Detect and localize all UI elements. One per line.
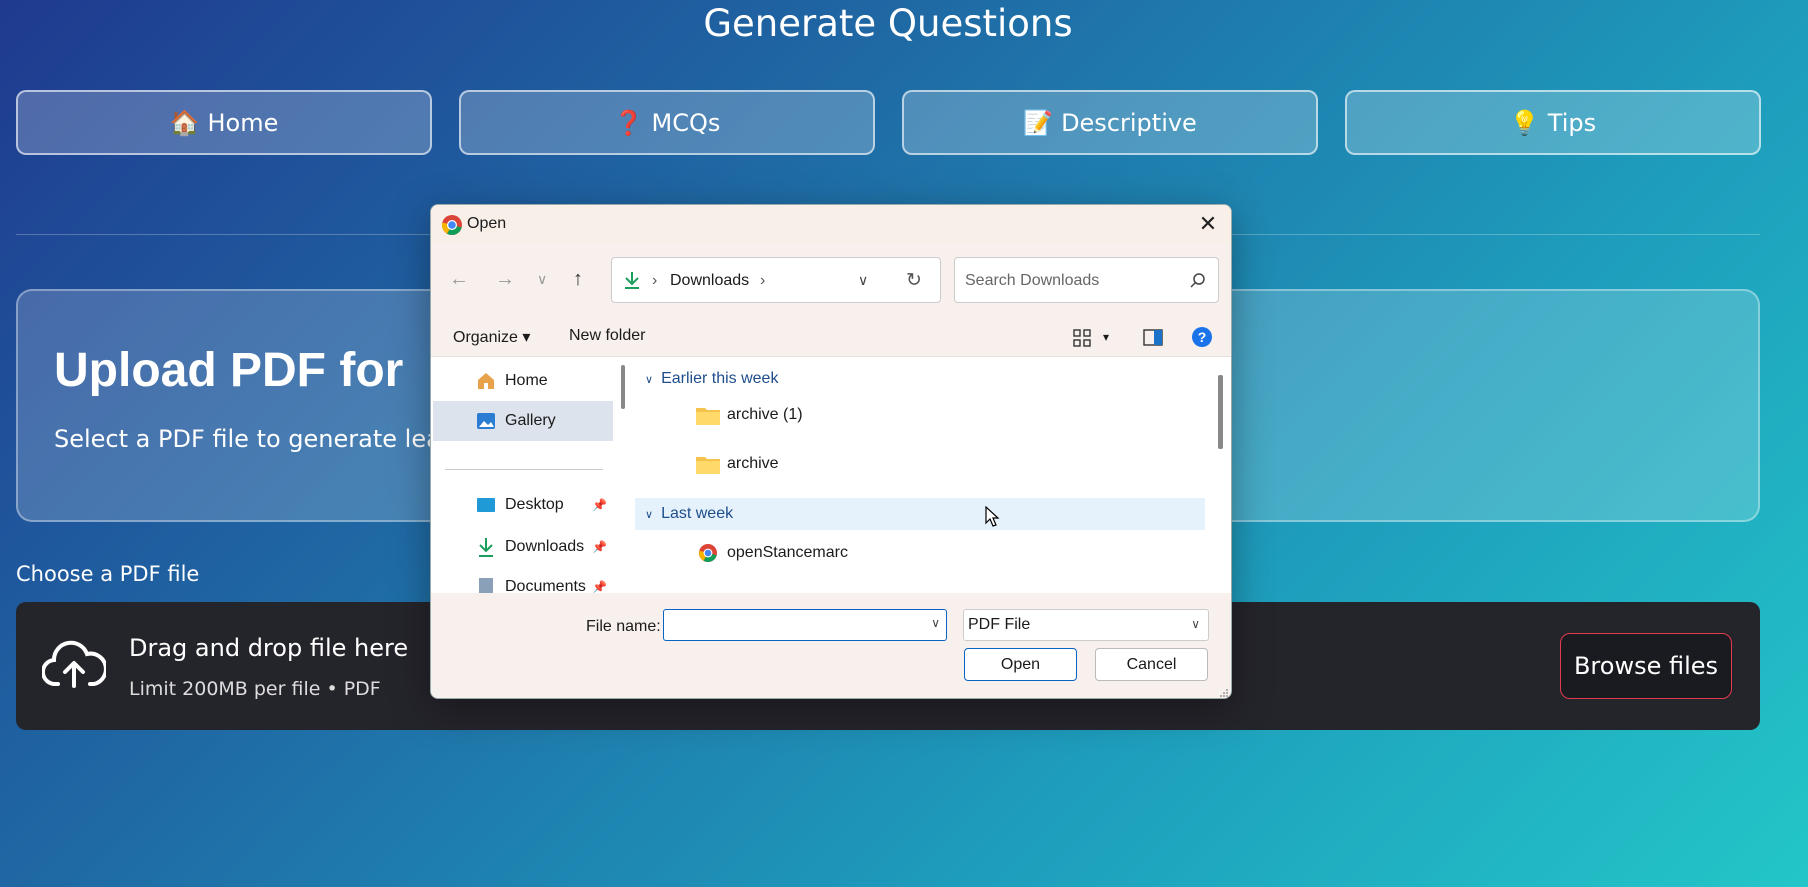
breadcrumb-downloads[interactable]: Downloads	[670, 272, 749, 290]
nav-item-downloads[interactable]: Downloads 📌	[433, 527, 613, 567]
file-type-select[interactable]: PDF File ∨	[963, 609, 1209, 641]
dialog-title: Open	[467, 215, 507, 232]
help-icon[interactable]: ?	[1191, 326, 1213, 348]
descriptive-tab-button[interactable]: 📝 Descriptive	[902, 90, 1318, 155]
group-label: Last week	[661, 505, 734, 522]
recent-locations-chevron-icon[interactable]: ∨	[537, 271, 547, 288]
chrome-icon	[441, 215, 462, 236]
dialog-toolbar: ← → ∨ ↑ › Downloads › ∨ ↻ Search Downloa…	[431, 243, 1231, 317]
file-name: archive (1)	[727, 406, 803, 423]
command-bar: Organize ▾ New folder ▾ ?	[431, 317, 1231, 357]
search-placeholder: Search Downloads	[965, 272, 1100, 289]
pin-icon[interactable]: 📌	[592, 580, 607, 594]
nav-item-label: Desktop	[505, 496, 564, 513]
nav-item-label: Home	[505, 372, 548, 389]
nav-item-gallery[interactable]: Gallery	[433, 401, 613, 441]
home-icon	[478, 373, 494, 389]
view-grid-icon[interactable]	[1073, 329, 1091, 347]
folder-icon	[696, 408, 720, 425]
memo-icon: 📝	[1023, 108, 1054, 137]
close-icon[interactable]: ✕	[1193, 209, 1223, 239]
file-uploader-label: Choose a PDF file	[16, 562, 200, 586]
cancel-button[interactable]: Cancel	[1095, 648, 1208, 681]
nav-item-label: Downloads	[505, 538, 585, 555]
dialog-footer: File name: ∨ PDF File ∨ Open Cancel	[431, 593, 1231, 698]
mcqs-tab-button[interactable]: ❓ MCQs	[459, 90, 875, 155]
navigation-pane: Home Gallery Desktop 📌 Downloads 📌 Docum…	[431, 357, 615, 596]
download-icon	[479, 538, 493, 557]
nav-item-desktop[interactable]: Desktop 📌	[433, 485, 613, 525]
breadcrumb-chevron-icon[interactable]: ›	[760, 272, 765, 290]
group-header-last-week[interactable]: ∨ Last week	[635, 498, 1205, 530]
pin-icon[interactable]: 📌	[592, 498, 607, 512]
search-icon	[1190, 273, 1205, 288]
organize-menu[interactable]: Organize ▾	[453, 327, 530, 347]
chevron-down-icon[interactable]: ∨	[931, 616, 940, 630]
refresh-icon[interactable]: ↻	[906, 269, 922, 292]
file-list: ∨ Earlier this week archive (1) archive …	[635, 357, 1215, 593]
page-title: Generate Questions	[703, 2, 1073, 45]
cloud-upload-icon	[42, 640, 106, 688]
file-name-input[interactable]: ∨	[663, 609, 947, 641]
preview-pane-icon[interactable]	[1143, 329, 1163, 346]
svg-text:?: ?	[1198, 329, 1207, 345]
question-icon: ❓	[613, 108, 644, 137]
dropzone-instructions: Drag and drop file here	[129, 634, 409, 662]
nav-divider	[445, 469, 603, 470]
tips-tab-label: Tips	[1547, 108, 1597, 137]
file-name: archive	[727, 455, 779, 472]
organize-label: Organize	[453, 329, 518, 346]
nav-pane-scrollbar[interactable]	[621, 365, 625, 409]
view-dropdown-icon[interactable]: ▾	[1103, 330, 1109, 344]
home-tab-button[interactable]: 🏠 Home	[16, 90, 432, 155]
list-item[interactable]: openStancemarc	[695, 533, 848, 573]
desktop-icon	[477, 498, 495, 512]
mcqs-tab-label: MCQs	[651, 108, 721, 137]
tips-tab-button[interactable]: 💡 Tips	[1345, 90, 1761, 155]
chrome-file-icon	[698, 544, 717, 563]
collapse-chevron-icon: ∨	[645, 373, 654, 386]
upload-title: Upload PDF for	[54, 344, 404, 397]
dropzone-limit: Limit 200MB per file • PDF	[129, 678, 381, 700]
back-arrow-icon[interactable]: ←	[449, 268, 469, 291]
browse-files-button[interactable]: Browse files	[1560, 633, 1732, 699]
nav-item-home[interactable]: Home	[433, 361, 613, 401]
descriptive-tab-label: Descriptive	[1061, 108, 1197, 137]
up-arrow-icon[interactable]: ↑	[573, 268, 583, 291]
mouse-cursor-icon	[985, 506, 1000, 527]
new-folder-button[interactable]: New folder	[569, 327, 645, 345]
file-name: openStancemarc	[727, 544, 848, 561]
nav-item-label: Gallery	[505, 412, 556, 429]
list-item[interactable]: archive (1)	[695, 395, 803, 435]
group-header-earlier-this-week[interactable]: ∨ Earlier this week	[635, 363, 1205, 395]
folder-icon	[696, 457, 720, 474]
forward-arrow-icon[interactable]: →	[495, 268, 515, 291]
file-name-label: File name:	[586, 618, 661, 635]
file-list-scrollbar[interactable]	[1218, 375, 1223, 449]
house-icon: 🏠	[169, 108, 200, 137]
gallery-icon	[477, 413, 495, 429]
breadcrumb-separator-icon: ›	[652, 272, 658, 289]
download-icon	[625, 272, 639, 289]
resize-grip-icon[interactable]	[1219, 688, 1229, 698]
upload-subtitle: Select a PDF file to generate learni	[54, 425, 473, 453]
pin-icon[interactable]: 📌	[592, 540, 607, 554]
address-dropdown-icon[interactable]: ∨	[858, 272, 868, 289]
lightbulb-icon: 💡	[1509, 108, 1540, 137]
open-button[interactable]: Open	[964, 648, 1077, 681]
dialog-titlebar: Open ✕	[431, 205, 1231, 243]
group-label: Earlier this week	[661, 370, 779, 387]
file-type-value: PDF File	[968, 616, 1031, 633]
chevron-down-icon: ∨	[1191, 617, 1200, 631]
open-file-dialog: Open ✕ ← → ∨ ↑ › Downloads › ∨ ↻ Search …	[430, 204, 1232, 699]
collapse-chevron-icon: ∨	[645, 508, 654, 521]
search-box[interactable]: Search Downloads	[954, 257, 1219, 303]
home-tab-label: Home	[207, 108, 279, 137]
list-item[interactable]: archive	[695, 444, 779, 484]
address-bar[interactable]: › Downloads › ∨ ↻	[611, 257, 941, 303]
